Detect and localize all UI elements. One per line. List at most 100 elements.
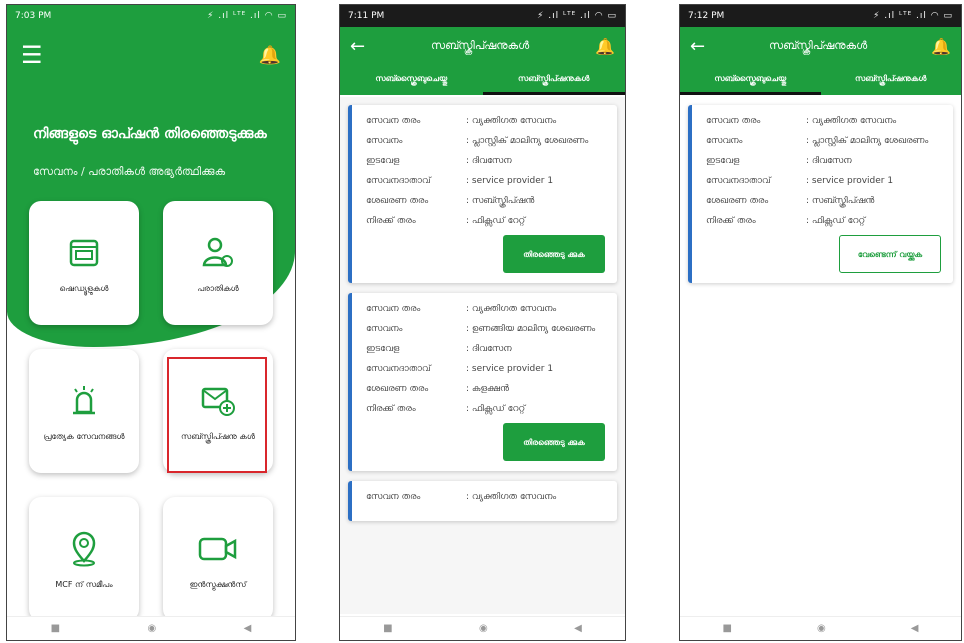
system-nav-bar: ■ ◉ ◀ <box>680 616 961 640</box>
app-bar-title: സബ്സ്ക്രിപ്ഷനുകൾ <box>431 39 530 52</box>
notification-bell-icon[interactable]: 🔔 <box>931 37 951 56</box>
row-label: സേവനദാതാവ് <box>366 176 431 186</box>
back-nav-icon[interactable]: ◀ <box>244 623 252 634</box>
card-row: ഇടവേള : ദിവസേന <box>706 155 941 167</box>
row-value: : service provider 1 <box>466 364 554 374</box>
row-label: സേവനദാതാവ് <box>366 364 431 374</box>
home-nav-icon[interactable]: ◉ <box>147 623 156 634</box>
card-row: സേവന തരം: വ്യക്തിഗത സേവനം <box>366 303 605 315</box>
tile-special-services[interactable]: പ്രത്യേക സേവനങ്ങൾ <box>29 349 139 473</box>
row-value: : service provider 1 <box>806 176 894 186</box>
row-label: സേവനം <box>366 324 403 334</box>
card-row: ഇടവേള: ദിവസേന <box>366 343 605 355</box>
card-row: നിരക്ക് തരം: ഫിക്സഡ് റേറ്റ് <box>366 215 605 227</box>
phone-subscribed-list: 7:12 PM ⚡ .ıl ᴸᵀᴱ .ıl ◠ ▭ ← സബ്സ്ക്രിപ്ഷ… <box>679 4 962 641</box>
card-row: ശേഖരണ തരം : കളക്ഷൻ <box>366 383 605 395</box>
status-time: 7:12 PM <box>688 11 725 21</box>
back-arrow-icon[interactable]: ← <box>350 36 365 57</box>
notification-bell-icon[interactable]: 🔔 <box>595 37 615 56</box>
tab-bar: സബ്സ്ക്രൈബുചെയ്തു സബ്സ്ക്രിപ്ഷനുകൾ <box>680 65 961 95</box>
tile-nearby-mcf[interactable]: MCF ന് സമീപം <box>29 497 139 621</box>
row-value: : പ്ലാസ്റ്റിക് മാലിന്യ ശേഖരണം <box>806 136 929 146</box>
row-label: നിരക്ക് തരം <box>366 404 416 414</box>
tab-subscriptions[interactable]: സബ്സ്ക്രിപ്ഷനുകൾ <box>821 65 962 95</box>
tile-complaints[interactable]: പരാതികൾ <box>163 201 273 325</box>
card-row: നിരക്ക് തരം : ഫിക്സഡ് റേറ്റ് <box>366 403 605 415</box>
tile-schedules[interactable]: ഷെഡ്യൂളുകൾ <box>29 201 139 325</box>
status-bar: 7:03 PM ⚡ .ıl ᴸᵀᴱ .ıl ◠ ▭ <box>7 5 295 27</box>
back-nav-icon[interactable]: ◀ <box>574 623 582 634</box>
back-arrow-icon[interactable]: ← <box>690 36 705 57</box>
subscription-list: സേവന തരം : വ്യക്തിഗത സേവനം സേവനം : പ്ലാസ്റ… <box>340 97 625 614</box>
row-label: ഇടവേള <box>366 344 400 354</box>
home-nav-icon[interactable]: ◉ <box>479 623 488 634</box>
row-label: സേവനം <box>706 136 743 146</box>
row-value: : പ്ലാസ്റ്റിക് മാലിന്യ ശേഖരണം <box>466 136 589 146</box>
card-row: സേവനം : പ്ലാസ്റ്റിക് മാലിന്യ ശേഖരണം <box>366 135 605 147</box>
recents-nav-icon[interactable]: ■ <box>51 623 60 634</box>
subscription-card: സേവന തരം : വ്യക്തിഗത സേവനം സേവനം : പ്ലാസ്റ… <box>348 105 617 283</box>
status-time: 7:11 PM <box>348 11 385 21</box>
phone-subscriptions-list: 7:11 PM ⚡ .ıl ᴸᵀᴱ .ıl ◠ ▭ ← സബ്സ്ക്രിപ്ഷ… <box>339 4 626 641</box>
row-value: : വ്യക്തിഗത സേവനം <box>466 492 557 502</box>
tab-subscribed[interactable]: സബ്സ്ക്രൈബുചെയ്തു <box>340 65 483 95</box>
status-time: 7:03 PM <box>15 11 52 21</box>
card-row: ശേഖരണ തരം: സബ്സ്ക്രിപ്ഷൻ <box>366 195 605 207</box>
schedule-icon <box>64 233 104 273</box>
recents-nav-icon[interactable]: ■ <box>383 623 392 634</box>
subscription-card: സേവന തരം: വ്യക്തിഗത സേവനം <box>348 481 617 521</box>
row-label: ശേഖരണ തരം <box>706 196 769 206</box>
row-value: : ദിവസേന <box>806 156 852 166</box>
row-value: : service provider 1 <box>466 176 554 186</box>
card-row: സേവന തരം : വ്യക്തിഗത സേവനം <box>366 115 605 127</box>
tile-label: ഷെഡ്യൂളുകൾ <box>59 283 109 293</box>
card-row: സേവനം : പ്ലാസ്റ്റിക് മാലിന്യ ശേഖരണം <box>706 135 941 147</box>
home-nav-icon[interactable]: ◉ <box>817 623 826 634</box>
hamburger-menu-icon[interactable]: ☰ <box>21 41 43 69</box>
page-subtitle: സേവനം / പരാതികൾ അഭ്യർത്ഥിക്കുക <box>33 165 226 178</box>
row-label: നിരക്ക് തരം <box>366 216 416 226</box>
row-value: : സബ്സ്ക്രിപ്ഷൻ <box>466 196 535 206</box>
subscription-card: സേവന തരം: വ്യക്തിഗത സേവനം സേവനം : ഉണങ്ങിയ… <box>348 293 617 471</box>
tab-subscriptions[interactable]: സബ്സ്ക്രിപ്ഷനുകൾ <box>482 65 625 95</box>
phone-home-screen: 7:03 PM ⚡ .ıl ᴸᵀᴱ .ıl ◠ ▭ ☰ 🔔 നിങ്ങളുടെ … <box>6 4 296 641</box>
row-label: ഇടവേള <box>366 156 400 166</box>
status-icons: ⚡ .ıl ᴸᵀᴱ .ıl ◠ ▭ <box>537 11 617 21</box>
system-nav-bar: ■ ◉ ◀ <box>340 616 625 640</box>
card-row: സേവനദാതാവ് : service provider 1 <box>366 175 605 187</box>
tile-label: ഇൻസ്ട്രക്ഷൻസ് <box>189 579 247 589</box>
system-nav-bar: ■ ◉ ◀ <box>7 616 295 640</box>
card-row: ശേഖരണ തരം : സബ്സ്ക്രിപ്ഷൻ <box>706 195 941 207</box>
row-label: ഇടവേള <box>706 156 740 166</box>
back-nav-icon[interactable]: ◀ <box>911 623 919 634</box>
card-row: സേവന തരം : വ്യക്തിഗത സേവനം <box>706 115 941 127</box>
special-service-siren-icon <box>64 381 104 421</box>
app-bar: ← സബ്സ്ക്രിപ്ഷനുകൾ 🔔 <box>340 27 625 65</box>
tile-label: പ്രത്യേക സേവനങ്ങൾ <box>43 431 125 441</box>
row-value: : ഫിക്സഡ് റേറ്റ് <box>466 404 526 414</box>
notification-bell-icon[interactable]: 🔔 <box>259 45 281 66</box>
row-label: സേവന തരം <box>366 116 421 126</box>
select-button[interactable]: തിരഞ്ഞെടു ക്കുക <box>503 235 605 273</box>
row-label: സേവനം <box>366 136 403 146</box>
tab-subscribed[interactable]: സബ്സ്ക്രൈബുചെയ്തു <box>680 65 821 95</box>
row-label: സേവനദാതാവ് <box>706 176 771 186</box>
tile-instructions[interactable]: ഇൻസ്ട്രക്ഷൻസ് <box>163 497 273 621</box>
unsubscribe-button[interactable]: വേണ്ടെന്ന് വയ്ക്കുക <box>839 235 941 273</box>
card-row: സേവനദാതാവ് : service provider 1 <box>706 175 941 187</box>
row-value: : സബ്സ്ക്രിപ്ഷൻ <box>806 196 875 206</box>
row-value: : കളക്ഷൻ <box>466 384 510 394</box>
row-label: സേവന തരം <box>706 116 761 126</box>
select-button[interactable]: തിരഞ്ഞെടു ക്കുക <box>503 423 605 461</box>
row-label: സേവന തരം <box>366 304 421 314</box>
video-camera-icon <box>198 529 238 569</box>
tile-label: പരാതികൾ <box>197 283 239 293</box>
row-value: : വ്യക്തിഗത സേവനം <box>466 116 557 126</box>
row-value: : ഉണങ്ങിയ മാലിന്യ ശേഖരണം <box>466 324 596 334</box>
recents-nav-icon[interactable]: ■ <box>723 623 732 634</box>
row-value: : വ്യക്തിഗത സേവനം <box>806 116 897 126</box>
location-pin-icon <box>64 529 104 569</box>
status-bar: 7:12 PM ⚡ .ıl ᴸᵀᴱ .ıl ◠ ▭ <box>680 5 961 27</box>
row-label: ശേഖരണ തരം <box>366 384 429 394</box>
card-row: നിരക്ക് തരം: ഫിക്സഡ് റേറ്റ് <box>706 215 941 227</box>
